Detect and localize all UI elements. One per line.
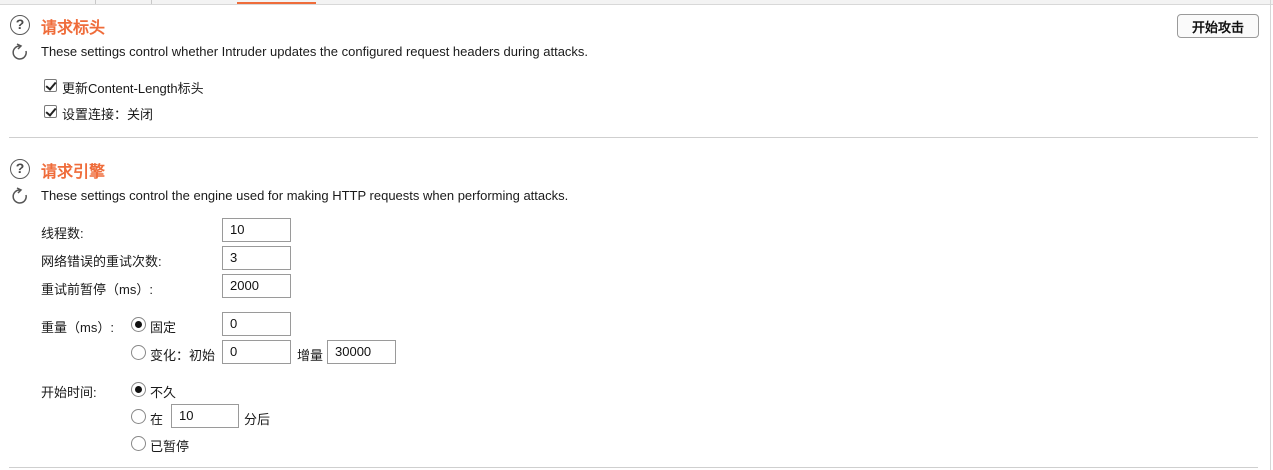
- throttle-increment-input[interactable]: 30000: [327, 340, 396, 364]
- section-divider: [9, 137, 1258, 138]
- update-content-length-label: 更新Content-Length标头: [62, 81, 204, 96]
- throttle-variable-label: 变化：初始: [150, 348, 216, 363]
- start-immediately-radio[interactable]: [131, 382, 146, 397]
- throttle-initial-input[interactable]: 0: [222, 340, 291, 364]
- set-connection-close-label: 设置连接：关闭: [62, 107, 154, 122]
- start-paused-label: 已暂停: [150, 439, 190, 454]
- update-content-length-checkbox[interactable]: [44, 79, 57, 92]
- pause-before-retry-input[interactable]: 2000: [222, 274, 291, 298]
- throttle-increment-label: 增量: [297, 348, 324, 363]
- request-headers-title: 请求标头: [41, 20, 106, 37]
- threads-label: 线程数:: [41, 226, 84, 241]
- throttle-label: 重量（ms）:: [41, 320, 114, 335]
- threads-input[interactable]: 10: [222, 218, 291, 242]
- request-engine-title: 请求引擎: [41, 164, 106, 181]
- tab-separator: [95, 0, 96, 4]
- pause-before-retry-label: 重试前暂停（ms）:: [41, 282, 153, 297]
- start-in-radio[interactable]: [131, 409, 146, 424]
- tab-strip: [0, 0, 1273, 5]
- request-engine-description: These settings control the engine used f…: [41, 188, 569, 203]
- panel-right-border: [1270, 0, 1271, 470]
- tab-separator: [151, 0, 152, 4]
- start-time-label: 开始时间:: [41, 385, 97, 400]
- retries-input[interactable]: 3: [222, 246, 291, 270]
- start-attack-button[interactable]: 开始攻击: [1177, 14, 1259, 38]
- start-in-minutes-input[interactable]: 10: [171, 404, 239, 428]
- help-icon[interactable]: ?: [10, 159, 30, 179]
- set-connection-close-checkbox[interactable]: [44, 105, 57, 118]
- refresh-icon[interactable]: [10, 42, 30, 62]
- throttle-fixed-input[interactable]: 0: [222, 312, 291, 336]
- active-tab-indicator[interactable]: [237, 2, 316, 4]
- start-in-label: 在: [150, 412, 164, 427]
- request-headers-description: These settings control whether Intruder …: [41, 44, 589, 59]
- retries-label: 网络错误的重试次数:: [41, 254, 162, 269]
- throttle-fixed-radio[interactable]: [131, 317, 146, 332]
- start-immediately-label: 不久: [150, 385, 177, 400]
- throttle-fixed-label: 固定: [150, 320, 177, 335]
- section-divider: [9, 467, 1258, 468]
- start-paused-radio[interactable]: [131, 436, 146, 451]
- refresh-icon[interactable]: [10, 186, 30, 206]
- start-in-unit-label: 分后: [244, 412, 271, 427]
- throttle-variable-radio[interactable]: [131, 345, 146, 360]
- help-icon[interactable]: ?: [10, 15, 30, 35]
